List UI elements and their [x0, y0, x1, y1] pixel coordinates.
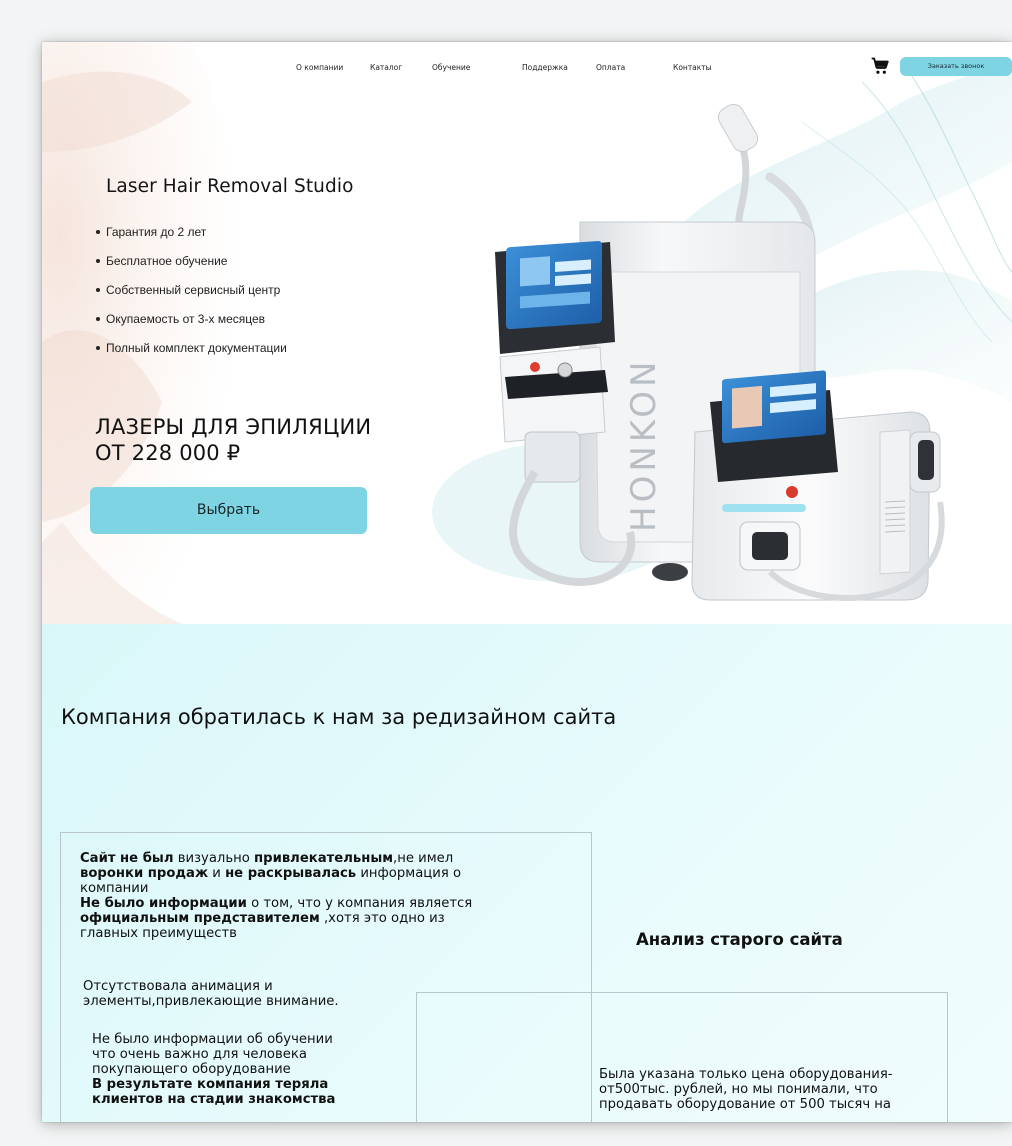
- top-nav: О компании Каталог Обучение Поддержка Оп…: [42, 63, 1012, 77]
- choose-button[interactable]: Выбрать: [90, 487, 367, 534]
- feature-item: Собственный сервисный центр: [94, 281, 287, 310]
- feature-item: Полный комплект документации: [94, 339, 287, 368]
- training-paragraph: Не было информации об обучении что очень…: [92, 1032, 336, 1107]
- cart-icon[interactable]: [870, 56, 890, 76]
- animation-paragraph: Отсутствовала анимация и элементы,привле…: [83, 979, 339, 1009]
- hero-section: О компании Каталог Обучение Поддержка Оп…: [42, 42, 1012, 624]
- feature-item: Гарантия до 2 лет: [94, 223, 287, 252]
- feature-item: Окупаемость от 3-х месяцев: [94, 310, 287, 339]
- headline-line: ЛАЗЕРЫ ДЛЯ ЭПИЛЯЦИИ: [95, 415, 372, 439]
- nav-item-payment[interactable]: Оплата: [596, 63, 625, 72]
- nav-item-about[interactable]: О компании: [296, 63, 343, 72]
- nav-item-contacts[interactable]: Контакты: [673, 63, 712, 72]
- analysis-title: Анализ старого сайта: [636, 930, 843, 949]
- price-paragraph: Была указана только цена оборудования- о…: [599, 1067, 893, 1112]
- feature-item: Бесплатное обучение: [94, 252, 287, 281]
- studio-title: Laser Hair Removal Studio: [106, 176, 354, 197]
- feature-list: Гарантия до 2 лет Бесплатное обучение Со…: [94, 223, 287, 368]
- order-call-button[interactable]: Заказать звонок: [900, 57, 1012, 76]
- page-frame: О компании Каталог Обучение Поддержка Оп…: [42, 42, 1012, 1122]
- hero-headline: ЛАЗЕРЫ ДЛЯ ЭПИЛЯЦИИ ОТ 228 000 ₽: [95, 414, 371, 466]
- brand-text: HONKON: [624, 358, 664, 532]
- laser-machines-image: HONKON: [495, 103, 945, 601]
- problem-paragraph: Сайт не был визуально привлекательным,не…: [80, 851, 473, 941]
- case-section: Компания обратилась к нам за редизайном …: [42, 624, 1012, 1122]
- nav-item-training[interactable]: Обучение: [432, 63, 470, 72]
- nav-item-support[interactable]: Поддержка: [522, 63, 568, 72]
- headline-price: ОТ 228 000 ₽: [95, 441, 241, 465]
- nav-item-catalog[interactable]: Каталог: [370, 63, 402, 72]
- case-heading: Компания обратилась к нам за редизайном …: [61, 705, 617, 729]
